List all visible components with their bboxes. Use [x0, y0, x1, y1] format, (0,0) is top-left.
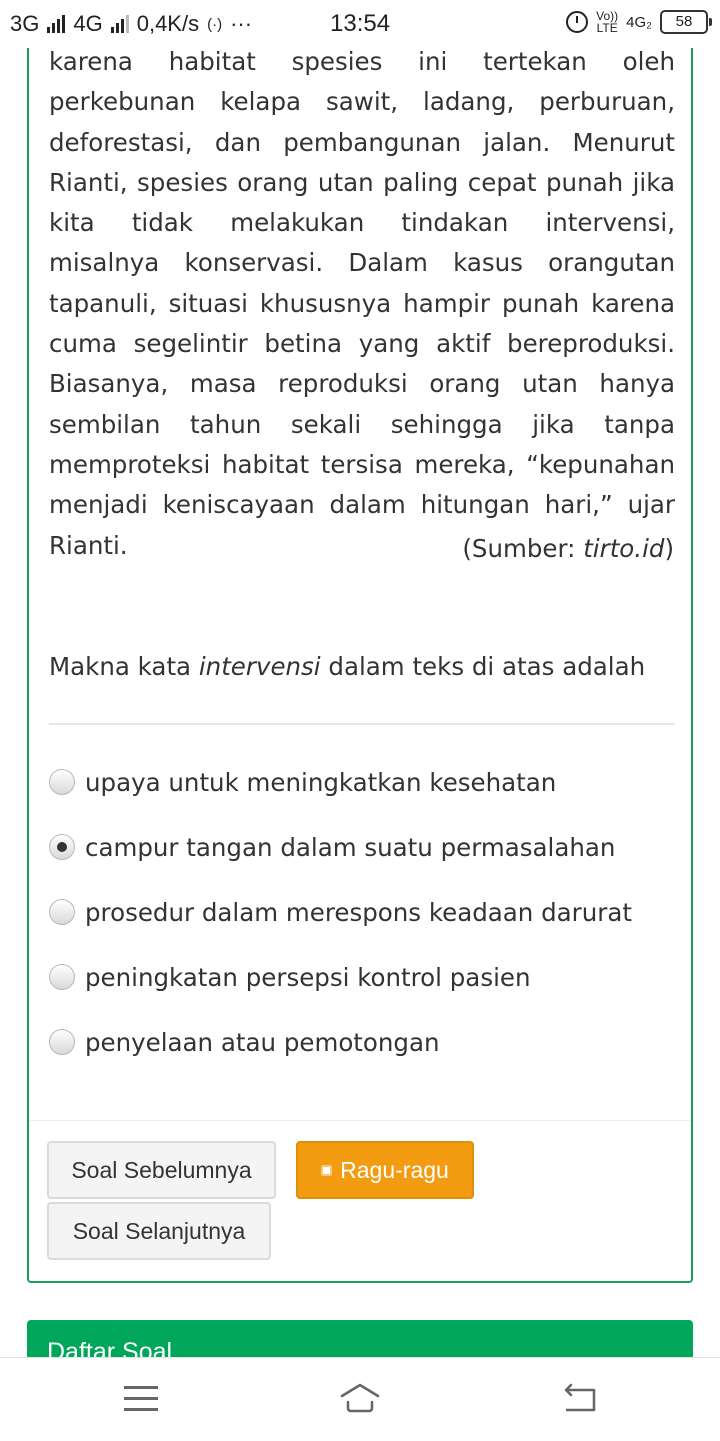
- status-right: Vo)) LTE 4G₂ 58: [566, 10, 712, 34]
- source-suffix: ): [664, 534, 674, 563]
- status-bar: 3G 4G 0,4K/s (·) ··· 13:54 Vo)) LTE 4G₂ …: [0, 0, 720, 48]
- next-question-button[interactable]: Soal Selanjutnya: [47, 1202, 271, 1260]
- menu-icon[interactable]: [124, 1386, 158, 1412]
- alarm-icon: [566, 11, 589, 33]
- radio-button[interactable]: [49, 964, 75, 990]
- battery-icon: 58: [660, 10, 712, 34]
- radio-button[interactable]: [49, 1029, 75, 1055]
- answer-option-label[interactable]: prosedur dalam merespons keadaan darurat: [85, 898, 632, 927]
- question-term: intervensi: [198, 652, 321, 681]
- answer-option[interactable]: penyelaan atau pemotongan: [49, 1024, 440, 1060]
- status-left: 3G 4G 0,4K/s (·) ···: [10, 11, 252, 37]
- next-question-label: Soal Selanjutnya: [72, 1217, 246, 1244]
- card-footer-divider: [29, 1120, 691, 1121]
- answer-option[interactable]: prosedur dalam merespons keadaan darurat: [49, 894, 632, 930]
- navigation-bar: [0, 1357, 720, 1441]
- signal-bars-icon: [110, 15, 129, 33]
- back-icon[interactable]: [560, 1380, 600, 1420]
- answer-option-label[interactable]: campur tangan dalam suatu permasalahan: [85, 833, 615, 862]
- question-after: dalam teks di atas adalah: [320, 652, 646, 681]
- checkbox-icon: [321, 1164, 333, 1176]
- source-name: tirto.id: [583, 534, 665, 563]
- question-card: karena habitat spesies ini tertekan oleh…: [27, 20, 693, 1283]
- answer-option-label[interactable]: peningkatan persepsi kontrol pasien: [85, 963, 531, 992]
- network-4g-indicator: 4G₂: [626, 13, 652, 31]
- network-speed: 0,4K/s: [136, 11, 200, 36]
- reading-passage: karena habitat spesies ini tertekan oleh…: [49, 47, 675, 560]
- hotspot-icon: (·): [207, 15, 223, 33]
- source-citation: (Sumber: tirto.id): [462, 534, 674, 563]
- answer-option[interactable]: upaya untuk meningkatkan kesehatan: [49, 764, 556, 800]
- volte-indicator: Vo)) LTE: [596, 10, 618, 34]
- question-before: Makna kata: [49, 652, 199, 681]
- question-divider: [49, 723, 675, 725]
- radio-button-selected[interactable]: [49, 834, 75, 860]
- radio-button[interactable]: [49, 899, 75, 925]
- home-icon[interactable]: [336, 1378, 384, 1418]
- answer-option-label[interactable]: upaya untuk meningkatkan kesehatan: [85, 768, 556, 797]
- question-list-panel[interactable]: Daftar Soal: [27, 1320, 693, 1360]
- question-text: Makna kata intervensi dalam teks di atas…: [49, 652, 645, 681]
- doubt-label: Ragu-ragu: [340, 1156, 449, 1183]
- more-notifications-icon: ···: [230, 11, 253, 36]
- network-3g-label: 3G: [10, 11, 40, 36]
- previous-question-button[interactable]: Soal Sebelumnya: [47, 1141, 276, 1199]
- clock: 13:54: [330, 10, 391, 37]
- signal-bars-icon: [47, 15, 66, 33]
- answer-option[interactable]: campur tangan dalam suatu permasalahan: [49, 829, 615, 865]
- doubt-button[interactable]: Ragu-ragu: [296, 1141, 474, 1199]
- answer-option[interactable]: peningkatan persepsi kontrol pasien: [49, 959, 531, 995]
- previous-question-label: Soal Sebelumnya: [71, 1156, 252, 1183]
- network-4g-label: 4G: [73, 11, 103, 36]
- volte-bottom-label: LTE: [596, 21, 618, 35]
- radio-button[interactable]: [49, 769, 75, 795]
- source-prefix: (Sumber:: [462, 534, 584, 563]
- answer-option-label[interactable]: penyelaan atau pemotongan: [85, 1028, 440, 1057]
